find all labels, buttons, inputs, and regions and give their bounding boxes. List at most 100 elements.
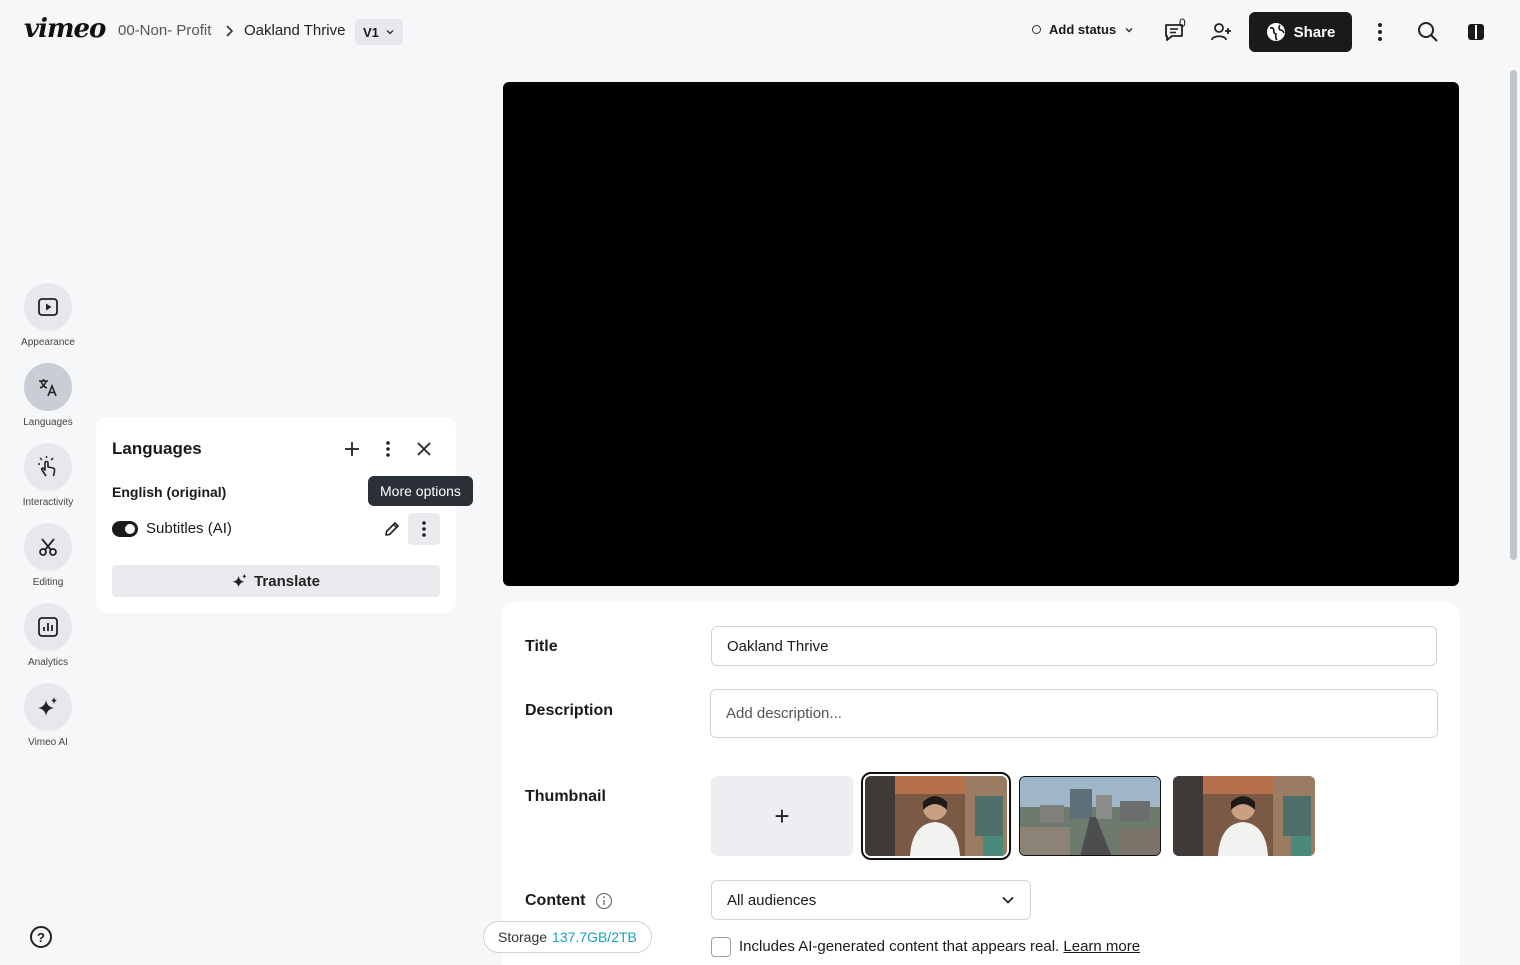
translate-icon (39, 379, 57, 397)
chevron-down-icon (1125, 27, 1133, 33)
rail-item-languages[interactable]: Languages (0, 363, 96, 428)
globe-icon (1266, 23, 1285, 41)
add-status-button[interactable]: Add status (1032, 22, 1134, 37)
ai-content-text: Includes AI-generated content that appea… (739, 938, 1060, 955)
rail-label: Vimeo AI (28, 737, 68, 748)
rail-label: Languages (23, 417, 73, 428)
add-user-icon (1211, 23, 1231, 41)
tap-hand-icon (38, 456, 56, 477)
content-audience-select[interactable]: All audiences (711, 880, 1031, 920)
version-label: V1 (363, 24, 379, 40)
subtitles-more-options-button[interactable] (408, 513, 440, 545)
content-value: All audiences (727, 891, 817, 909)
vertical-dots-icon (422, 521, 426, 537)
comment-count: 0 (1179, 16, 1186, 30)
rail-label: Appearance (21, 337, 75, 348)
layout-toggle-button[interactable] (1460, 16, 1492, 48)
ai-content-checkbox[interactable] (711, 937, 731, 957)
thumbnail-option-2[interactable] (1019, 776, 1161, 856)
rail-circle (24, 283, 72, 331)
chevron-right-icon (226, 25, 234, 37)
content-label-row: Content (525, 892, 613, 910)
sparkle-icon (232, 573, 247, 588)
play-square-icon (38, 298, 58, 316)
status-circle-icon (1032, 25, 1041, 34)
language-name: English (original) (112, 484, 227, 500)
chevron-down-icon (386, 29, 394, 35)
edit-subtitles-button[interactable] (380, 517, 404, 541)
learn-more-link[interactable]: Learn more (1063, 938, 1140, 955)
more-options-button[interactable] (1364, 16, 1396, 48)
plus-icon: + (774, 800, 790, 831)
thumbnail-image (1020, 777, 1160, 855)
page-scrollbar[interactable] (1506, 64, 1520, 965)
vertical-dots-icon (386, 441, 390, 457)
invite-button[interactable] (1205, 16, 1237, 48)
rail-item-vimeo-ai[interactable]: Vimeo AI (0, 683, 96, 748)
question-mark-icon: ? (37, 929, 45, 945)
scrollbar-thumb[interactable] (1510, 70, 1517, 560)
add-thumbnail-button[interactable]: + (711, 776, 853, 856)
bar-chart-icon (38, 617, 58, 637)
search-button[interactable] (1412, 16, 1444, 48)
rail-item-interactivity[interactable]: Interactivity (0, 443, 96, 508)
search-icon (1418, 22, 1438, 42)
rail-item-editing[interactable]: Editing (0, 523, 96, 588)
status-label: Add status (1049, 22, 1117, 37)
storage-label: Storage (498, 929, 548, 945)
breadcrumb-video[interactable]: Oakland Thrive (244, 22, 345, 39)
title-value: Oakland Thrive (727, 637, 829, 655)
title-input[interactable]: Oakland Thrive (711, 626, 1437, 666)
rail-label: Editing (32, 577, 64, 588)
split-panel-icon (1468, 24, 1484, 40)
close-panel-button[interactable] (412, 437, 436, 461)
thumbnail-image (865, 776, 1007, 856)
vimeo-logo[interactable]: vimeo (24, 14, 106, 44)
vertical-dots-icon (1378, 23, 1382, 41)
video-details-card: Title Oakland Thrive Description Add des… (502, 602, 1460, 965)
panel-more-button[interactable] (376, 437, 400, 461)
rail-circle (24, 523, 72, 571)
version-dropdown[interactable]: V1 (355, 19, 403, 45)
chevron-down-icon (1002, 896, 1014, 904)
info-icon[interactable] (595, 892, 613, 910)
panel-title: Languages (112, 439, 202, 458)
top-bar: vimeo 00-Non- Profit Oakland Thrive V1 A… (0, 0, 1520, 64)
add-language-button[interactable] (340, 437, 364, 461)
rail-circle (24, 683, 72, 731)
rail-label: Analytics (27, 657, 68, 668)
share-button[interactable]: Share (1249, 12, 1352, 52)
rail-item-analytics[interactable]: Analytics (0, 603, 96, 668)
subtitles-toggle[interactable] (112, 521, 138, 537)
subtitles-label: Subtitles (AI) (146, 520, 232, 537)
storage-indicator[interactable]: Storage 137.7GB/2TB (483, 921, 652, 953)
thumbnail-image (1173, 776, 1315, 856)
thumbnail-option-3[interactable] (1173, 776, 1315, 856)
languages-panel: Languages English (original) Subtitles (… (96, 417, 456, 613)
rail-circle (24, 443, 72, 491)
plus-icon (345, 442, 359, 456)
translate-button[interactable]: Translate (112, 565, 440, 597)
breadcrumb-folder[interactable]: 00-Non- Profit (118, 22, 211, 39)
title-label: Title (525, 638, 558, 655)
description-input[interactable]: Add description... (710, 689, 1438, 738)
video-player[interactable] (503, 82, 1459, 586)
pencil-icon (385, 522, 399, 536)
scissors-icon (39, 538, 57, 556)
rail-circle (24, 603, 72, 651)
help-button[interactable]: ? (30, 926, 52, 948)
description-placeholder: Add description... (726, 705, 842, 722)
storage-value: 137.7GB/2TB (552, 929, 637, 945)
close-icon (417, 442, 431, 456)
more-options-tooltip: More options (368, 476, 473, 506)
sparkle-icon (38, 697, 57, 716)
rail-item-appearance[interactable]: Appearance (0, 283, 96, 348)
rail-circle (24, 363, 72, 411)
ai-content-label: Includes AI-generated content that appea… (739, 938, 1140, 955)
description-label: Description (525, 702, 614, 719)
thumbnail-label: Thumbnail (525, 788, 606, 805)
translate-label: Translate (254, 572, 320, 590)
thumbnail-option-1[interactable] (861, 772, 1011, 860)
share-label: Share (1293, 23, 1336, 41)
rail-label: Interactivity (22, 497, 74, 508)
